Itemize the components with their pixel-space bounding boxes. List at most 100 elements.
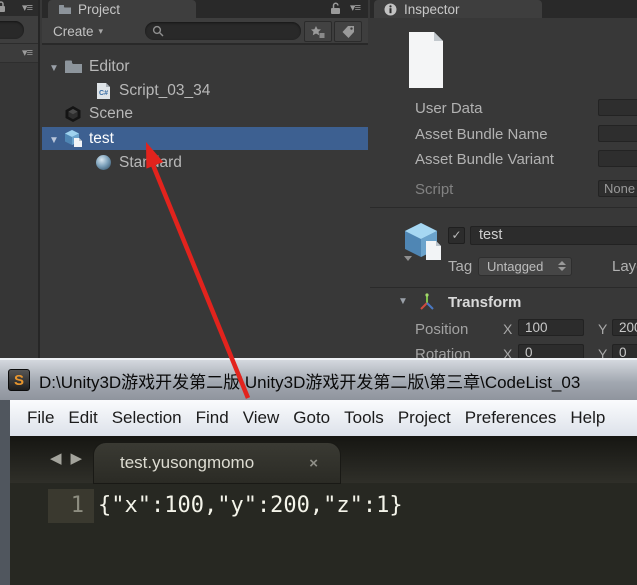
project-tabbar: Project ▾≡ <box>42 0 368 18</box>
menu-help[interactable]: Help <box>563 408 612 428</box>
star-filter-icon <box>310 25 326 39</box>
project-tree: ▼ Editor C# <box>42 45 368 358</box>
tree-item-label: Script_03_34 <box>119 82 210 100</box>
menu-view[interactable]: View <box>236 408 287 428</box>
user-data-label: User Data <box>415 100 483 117</box>
position-y-axis-label: Y <box>598 321 607 337</box>
asset-bundle-name-label: Asset Bundle Name <box>415 126 548 143</box>
line-number: 1 <box>48 489 94 523</box>
left-panel-search-fragment[interactable] <box>0 21 24 39</box>
tree-item-editor[interactable]: ▼ Editor <box>42 55 368 78</box>
project-toolbar: Create ▾ <box>42 18 368 45</box>
svg-text:C#: C# <box>99 90 108 97</box>
search-by-type-button[interactable] <box>304 21 332 42</box>
divider <box>370 207 637 208</box>
file-tab[interactable]: test.yusongmomo × <box>94 443 340 483</box>
nav-forward-icon[interactable]: ▶ <box>71 449 83 467</box>
divider <box>370 287 637 288</box>
layer-label: Layer <box>612 258 637 275</box>
nav-back-icon[interactable]: ◀ <box>50 449 62 467</box>
asset-preview-icon <box>408 31 444 94</box>
code-line: {"x":100,"y":200,"z":1} <box>98 489 403 523</box>
tree-item-label: Scene <box>89 105 133 123</box>
search-icon <box>152 25 164 37</box>
create-button[interactable]: Create ▾ <box>49 22 107 41</box>
pane-menu-icon[interactable]: ▾≡ <box>350 3 360 14</box>
asset-bundle-name-field[interactable] <box>598 125 637 142</box>
expander-icon[interactable]: ▼ <box>49 135 59 146</box>
editor-tabstrip: ◀ ▶ test.yusongmomo × <box>10 436 637 483</box>
tag-dropdown-value: Untagged <box>487 259 543 274</box>
window-body: File Edit Selection Find View Goto Tools… <box>0 400 637 585</box>
gameobject-cube-icon <box>400 220 444 269</box>
asset-bundle-variant-label: Asset Bundle Variant <box>415 151 554 168</box>
position-label: Position <box>415 321 468 338</box>
code-area[interactable]: 1 {"x":100,"y":200,"z":1} <box>10 483 637 585</box>
position-y-field[interactable]: 200 <box>612 319 637 336</box>
folder-icon <box>58 4 72 15</box>
window-title: D:\Unity3D游戏开发第二版\Unity3D游戏开发第二版\第三章\Cod… <box>39 368 580 393</box>
asset-bundle-variant-field[interactable] <box>598 150 637 167</box>
prefab-asset-icon <box>62 129 84 148</box>
dropdown-arrows-icon <box>558 261 566 271</box>
unity-editor-region: ▾≡ ▾≡ Project <box>0 0 637 358</box>
position-x-axis-label: X <box>503 321 512 337</box>
info-icon <box>384 3 397 16</box>
left-panel-header: ▾≡ <box>0 44 38 63</box>
pane-menu-icon[interactable]: ▾≡ <box>22 3 32 14</box>
close-icon[interactable]: × <box>309 455 318 472</box>
tab-inspector-label: Inspector <box>404 2 460 17</box>
file-tab-label: test.yusongmomo <box>120 453 254 473</box>
search-input[interactable] <box>145 22 301 40</box>
unity-scene-icon <box>62 105 84 123</box>
menu-tools[interactable]: Tools <box>337 408 391 428</box>
lock-open-icon[interactable] <box>330 2 341 15</box>
inspector-tabbar: Inspector <box>370 0 637 18</box>
editor-area: ◀ ▶ test.yusongmomo × 1 {"x":100,"y":200… <box>10 436 637 585</box>
tree-item-label: test <box>89 130 114 148</box>
menu-file[interactable]: File <box>20 408 61 428</box>
left-panel-tabbar: ▾≡ <box>0 0 38 16</box>
menu-preferences[interactable]: Preferences <box>458 408 564 428</box>
position-x-field[interactable]: 100 <box>518 319 584 336</box>
script-field[interactable]: None <box>598 180 637 197</box>
transform-expander-icon[interactable]: ▼ <box>398 296 408 307</box>
csharp-script-icon: C# <box>92 82 114 100</box>
lock-icon <box>0 1 6 13</box>
tag-label: Tag <box>448 258 472 275</box>
tree-item-scene[interactable]: Scene <box>42 102 368 125</box>
create-button-label: Create <box>53 24 94 39</box>
menubar: File Edit Selection Find View Goto Tools… <box>10 400 637 436</box>
tree-item-test[interactable]: ▼ test <box>42 127 368 150</box>
tag-dropdown[interactable]: Untagged <box>478 257 572 276</box>
tree-item-label: Standard <box>119 154 182 172</box>
tag-icon <box>341 25 356 39</box>
menu-find[interactable]: Find <box>189 408 236 428</box>
tab-project[interactable]: Project <box>48 0 196 18</box>
tab-project-label: Project <box>78 2 120 17</box>
screenshot-stage: ▾≡ ▾≡ Project <box>0 0 637 585</box>
search-by-label-button[interactable] <box>334 21 362 42</box>
material-sphere-icon <box>92 154 114 171</box>
tab-inspector[interactable]: Inspector <box>374 0 542 18</box>
user-data-field[interactable] <box>598 99 637 116</box>
menu-selection[interactable]: Selection <box>105 408 189 428</box>
tree-item-standard[interactable]: Standard <box>42 151 368 174</box>
menu-edit[interactable]: Edit <box>61 408 104 428</box>
pane-menu-icon[interactable]: ▾≡ <box>22 48 32 59</box>
inspector-panel: Inspector User Data Asset Bundle Name As… <box>370 0 637 358</box>
script-label: Script <box>415 181 453 198</box>
tree-item-script[interactable]: C# Script_03_34 <box>42 79 368 102</box>
gameobject-name-field[interactable]: test <box>470 226 637 245</box>
window-titlebar[interactable]: S D:\Unity3D游戏开发第二版\Unity3D游戏开发第二版\第三章\C… <box>0 358 637 400</box>
transform-icon <box>418 293 436 316</box>
expander-icon[interactable]: ▼ <box>49 63 59 74</box>
project-tabbar-icons: ▾≡ <box>330 1 360 15</box>
folder-icon <box>62 59 84 74</box>
menu-goto[interactable]: Goto <box>286 408 337 428</box>
sublime-app-icon: S <box>8 369 30 391</box>
tab-nav: ◀ ▶ <box>50 449 82 467</box>
active-checkbox[interactable]: ✓ <box>448 227 465 244</box>
chevron-down-icon: ▾ <box>99 26 104 37</box>
menu-project[interactable]: Project <box>391 408 458 428</box>
